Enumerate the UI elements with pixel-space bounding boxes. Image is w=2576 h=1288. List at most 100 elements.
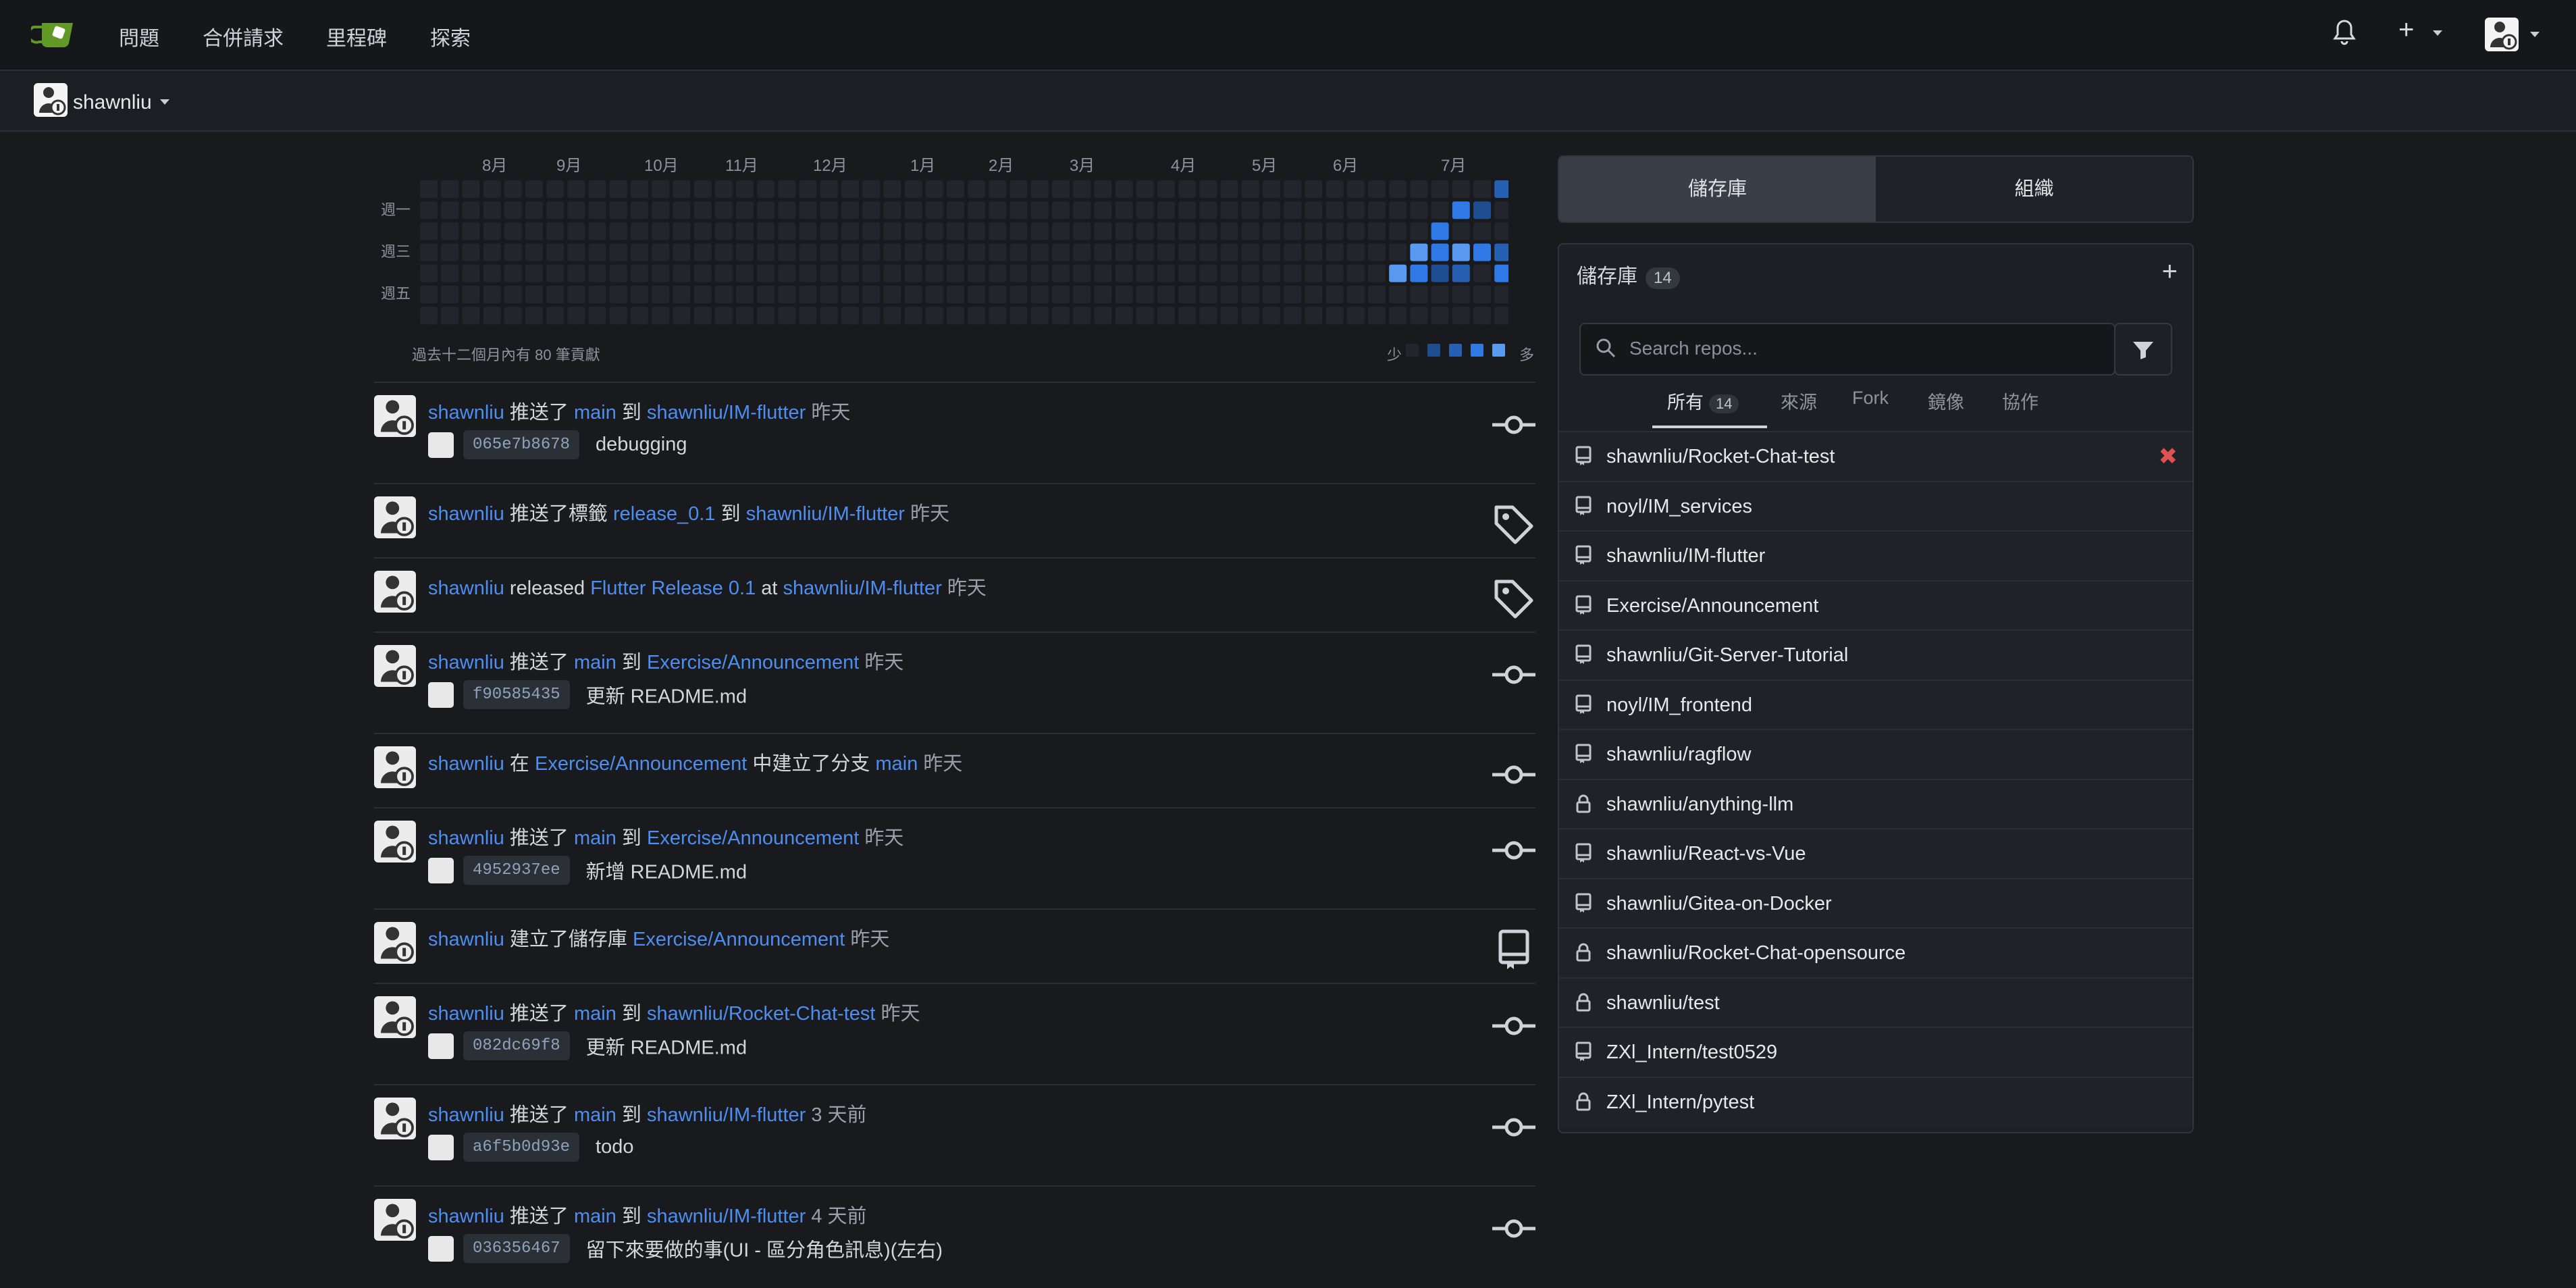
heatmap-cell[interactable] bbox=[1030, 180, 1049, 198]
heatmap-cell[interactable] bbox=[1220, 264, 1238, 282]
heatmap-cell[interactable] bbox=[841, 286, 859, 303]
feed-actor-link[interactable]: shawnliu bbox=[428, 1003, 504, 1025]
heatmap-cell[interactable] bbox=[904, 180, 922, 198]
heatmap-cell[interactable] bbox=[904, 264, 922, 282]
heatmap-cell[interactable] bbox=[1009, 286, 1028, 303]
heatmap-cell[interactable] bbox=[1284, 243, 1302, 261]
heatmap-cell[interactable] bbox=[862, 222, 880, 240]
heatmap-cell[interactable] bbox=[968, 222, 986, 240]
heatmap-cell[interactable] bbox=[1115, 264, 1133, 282]
heatmap-cell[interactable] bbox=[925, 307, 943, 325]
repo-list-item[interactable]: shawnliu/Rocket-Chat-test ✖ bbox=[1559, 431, 2192, 482]
heatmap-cell[interactable] bbox=[820, 264, 838, 282]
heatmap-cell[interactable] bbox=[609, 201, 627, 220]
heatmap-cell[interactable] bbox=[1073, 243, 1091, 261]
heatmap-cell[interactable] bbox=[1431, 286, 1449, 303]
heatmap-cell[interactable] bbox=[1030, 222, 1049, 240]
close-icon[interactable]: ✖ bbox=[2159, 443, 2178, 470]
heatmap-cell[interactable] bbox=[1115, 307, 1133, 325]
heatmap-cell[interactable] bbox=[609, 222, 627, 240]
nav-issues[interactable]: 問題 bbox=[119, 22, 159, 51]
heatmap-cell[interactable] bbox=[1220, 180, 1238, 198]
heatmap-cell[interactable] bbox=[1284, 180, 1302, 198]
heatmap-cell[interactable] bbox=[693, 201, 712, 220]
filter-tab-sources[interactable]: 來源 bbox=[1781, 388, 1817, 414]
heatmap-cell[interactable] bbox=[1115, 243, 1133, 261]
heatmap-cell[interactable] bbox=[504, 286, 522, 303]
heatmap-cell[interactable] bbox=[652, 201, 670, 220]
heatmap-cell[interactable] bbox=[883, 264, 901, 282]
heatmap-cell[interactable] bbox=[1073, 307, 1091, 325]
heatmap-cell[interactable] bbox=[968, 243, 986, 261]
chevron-down-icon[interactable] bbox=[2530, 32, 2540, 37]
heatmap-cell[interactable] bbox=[1030, 201, 1049, 220]
filter-tab-collaborative[interactable]: 協作 bbox=[2002, 388, 2039, 414]
heatmap-cell[interactable] bbox=[631, 222, 648, 240]
heatmap-cell[interactable] bbox=[420, 222, 438, 240]
heatmap-cell[interactable] bbox=[1115, 286, 1133, 303]
heatmap-cell[interactable] bbox=[1094, 307, 1112, 325]
heatmap-cell[interactable] bbox=[820, 243, 838, 261]
nav-pull-requests[interactable]: 合併請求 bbox=[203, 22, 284, 51]
feed-repo-link[interactable]: main bbox=[875, 753, 918, 775]
feed-ref-link[interactable]: main bbox=[574, 1206, 616, 1227]
heatmap-cell[interactable] bbox=[1305, 286, 1323, 303]
heatmap-cell[interactable] bbox=[1030, 286, 1049, 303]
heatmap-cell[interactable] bbox=[1389, 307, 1407, 325]
heatmap-cell[interactable] bbox=[1305, 307, 1323, 325]
heatmap-cell[interactable] bbox=[1136, 201, 1154, 220]
filter-tab-mirrors[interactable]: 鏡像 bbox=[1928, 388, 1964, 414]
heatmap-cell[interactable] bbox=[525, 201, 543, 220]
heatmap-cell[interactable] bbox=[989, 222, 1007, 240]
heatmap-cell[interactable] bbox=[1178, 222, 1197, 240]
feed-avatar[interactable] bbox=[374, 922, 416, 964]
heatmap-cell[interactable] bbox=[441, 243, 459, 261]
heatmap-cell[interactable] bbox=[1136, 243, 1154, 261]
feed-ref-link[interactable]: main bbox=[574, 652, 616, 673]
heatmap-cell[interactable] bbox=[504, 307, 522, 325]
commit-sha-label[interactable]: 036356467 bbox=[463, 1234, 570, 1263]
heatmap-cell[interactable] bbox=[420, 264, 438, 282]
heatmap-cell[interactable] bbox=[1410, 201, 1428, 220]
gitea-logo-icon[interactable] bbox=[27, 18, 76, 53]
repo-list-item[interactable]: shawnliu/Gitea-on-Docker bbox=[1559, 877, 2192, 929]
filter-button[interactable] bbox=[2114, 323, 2172, 376]
heatmap-cell[interactable] bbox=[1473, 307, 1491, 325]
repo-name-link[interactable]: shawnliu/Gitea-on-Docker bbox=[1606, 893, 1832, 915]
heatmap-cell[interactable] bbox=[631, 180, 648, 198]
heatmap-cell[interactable] bbox=[736, 222, 754, 240]
heatmap-cell[interactable] bbox=[1009, 222, 1028, 240]
feed-ref-link[interactable]: Exercise/Announcement bbox=[633, 929, 845, 950]
heatmap-cell[interactable] bbox=[1389, 222, 1407, 240]
heatmap-cell[interactable] bbox=[1263, 264, 1280, 282]
heatmap-cell[interactable] bbox=[631, 264, 648, 282]
heatmap-cell[interactable] bbox=[1220, 286, 1238, 303]
heatmap-cell[interactable] bbox=[1473, 222, 1491, 240]
heatmap-cell[interactable] bbox=[968, 264, 986, 282]
heatmap-cell[interactable] bbox=[1115, 201, 1133, 220]
heatmap-cell[interactable] bbox=[1431, 264, 1449, 282]
heatmap-cell[interactable] bbox=[968, 201, 986, 220]
heatmap-cell[interactable] bbox=[904, 201, 922, 220]
heatmap-cell[interactable] bbox=[504, 264, 522, 282]
chevron-down-icon[interactable] bbox=[2433, 30, 2442, 36]
heatmap-cell[interactable] bbox=[504, 201, 522, 220]
heatmap-cell[interactable] bbox=[693, 222, 712, 240]
commit-author-avatar[interactable] bbox=[428, 857, 454, 883]
heatmap-cell[interactable] bbox=[693, 180, 712, 198]
heatmap-cell[interactable] bbox=[483, 286, 501, 303]
heatmap-cell[interactable] bbox=[1368, 180, 1386, 198]
heatmap-cell[interactable] bbox=[441, 286, 459, 303]
heatmap-cell[interactable] bbox=[1241, 201, 1259, 220]
heatmap-cell[interactable] bbox=[947, 286, 964, 303]
heatmap-cell[interactable] bbox=[1263, 286, 1280, 303]
heatmap-cell[interactable] bbox=[567, 222, 585, 240]
heatmap-cell[interactable] bbox=[1199, 180, 1217, 198]
feed-repo-link[interactable]: shawnliu/IM-flutter bbox=[647, 1206, 806, 1227]
heatmap-cell[interactable] bbox=[1178, 243, 1197, 261]
heatmap-cell[interactable] bbox=[609, 307, 627, 325]
commit-sha-label[interactable]: 4952937ee bbox=[463, 856, 570, 885]
heatmap-cell[interactable] bbox=[1115, 180, 1133, 198]
heatmap-cell[interactable] bbox=[525, 222, 543, 240]
heatmap-cell[interactable] bbox=[883, 180, 901, 198]
